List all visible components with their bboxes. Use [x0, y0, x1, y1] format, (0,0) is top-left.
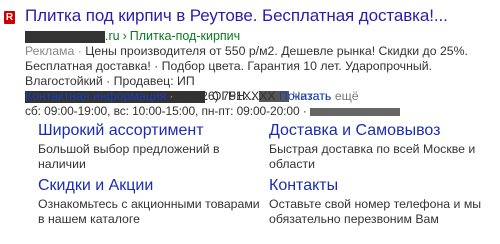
url-separator: ›	[122, 29, 127, 43]
sitelink-title[interactable]: Широкий ассортимент	[38, 121, 263, 141]
sitelink-description: Ознакомьтесь с акционными товарами в наш…	[38, 197, 260, 226]
redacted-address	[309, 107, 400, 116]
sitelink-assortment[interactable]: Широкий ассортимент Большой выбор предло…	[38, 121, 263, 172]
sitelink-contacts[interactable]: Контакты Оставьте свой номер телефона и …	[269, 176, 494, 227]
redacted-domain	[25, 30, 105, 43]
working-hours: сб: 09:00-19:00, вс: 10:00-15:00, пн-пт:…	[25, 104, 400, 118]
sitelink-discounts[interactable]: Скидки и Акции Ознакомьтесь с акционными…	[38, 176, 263, 227]
ad-description-text: Цены производителя от 550 р/м2. Дешевле …	[25, 44, 468, 88]
sitelink-description: Быстрая доставка по всей Москве и област…	[269, 142, 476, 171]
sitelink-description: Оставьте свой номер телефона и мы обязат…	[269, 197, 482, 226]
ad-contacts-line: Контактная информация · 7 (926) 751XXXX П…	[25, 89, 331, 103]
sitelink-title[interactable]: Доставка и Самовывоз	[269, 121, 494, 141]
site-favicon-icon: R	[4, 11, 15, 24]
sitelink-title[interactable]: Контакты	[269, 176, 494, 196]
sitelink-title[interactable]: Скидки и Акции	[38, 176, 263, 196]
ad-label: Реклама	[25, 44, 75, 58]
contact-info-link[interactable]: Контактная информация	[25, 89, 166, 103]
sitelink-delivery[interactable]: Доставка и Самовывоз Быстрая доставка по…	[269, 121, 494, 172]
ad-title-link[interactable]: Плитка под кирпич в Реутове. Бесплатная …	[25, 6, 448, 26]
phone-number: 7 (926) 751XXXX	[179, 89, 276, 103]
ad-url-line[interactable]: .ru › Плитка-под-кирпич	[25, 29, 240, 43]
sitelink-description: Большой выбор предложений в наличии	[38, 142, 220, 171]
ad-label-separator: ·	[74, 44, 86, 58]
working-hours-text: сб: 09:00-19:00, вс: 10:00-15:00, пн-пт:…	[25, 104, 307, 118]
url-path[interactable]: Плитка-под-кирпич	[130, 29, 240, 43]
contacts-separator: ·	[169, 89, 174, 103]
url-domain-suffix[interactable]: .ru	[105, 29, 120, 43]
show-phone-link[interactable]: Показать	[279, 89, 331, 103]
